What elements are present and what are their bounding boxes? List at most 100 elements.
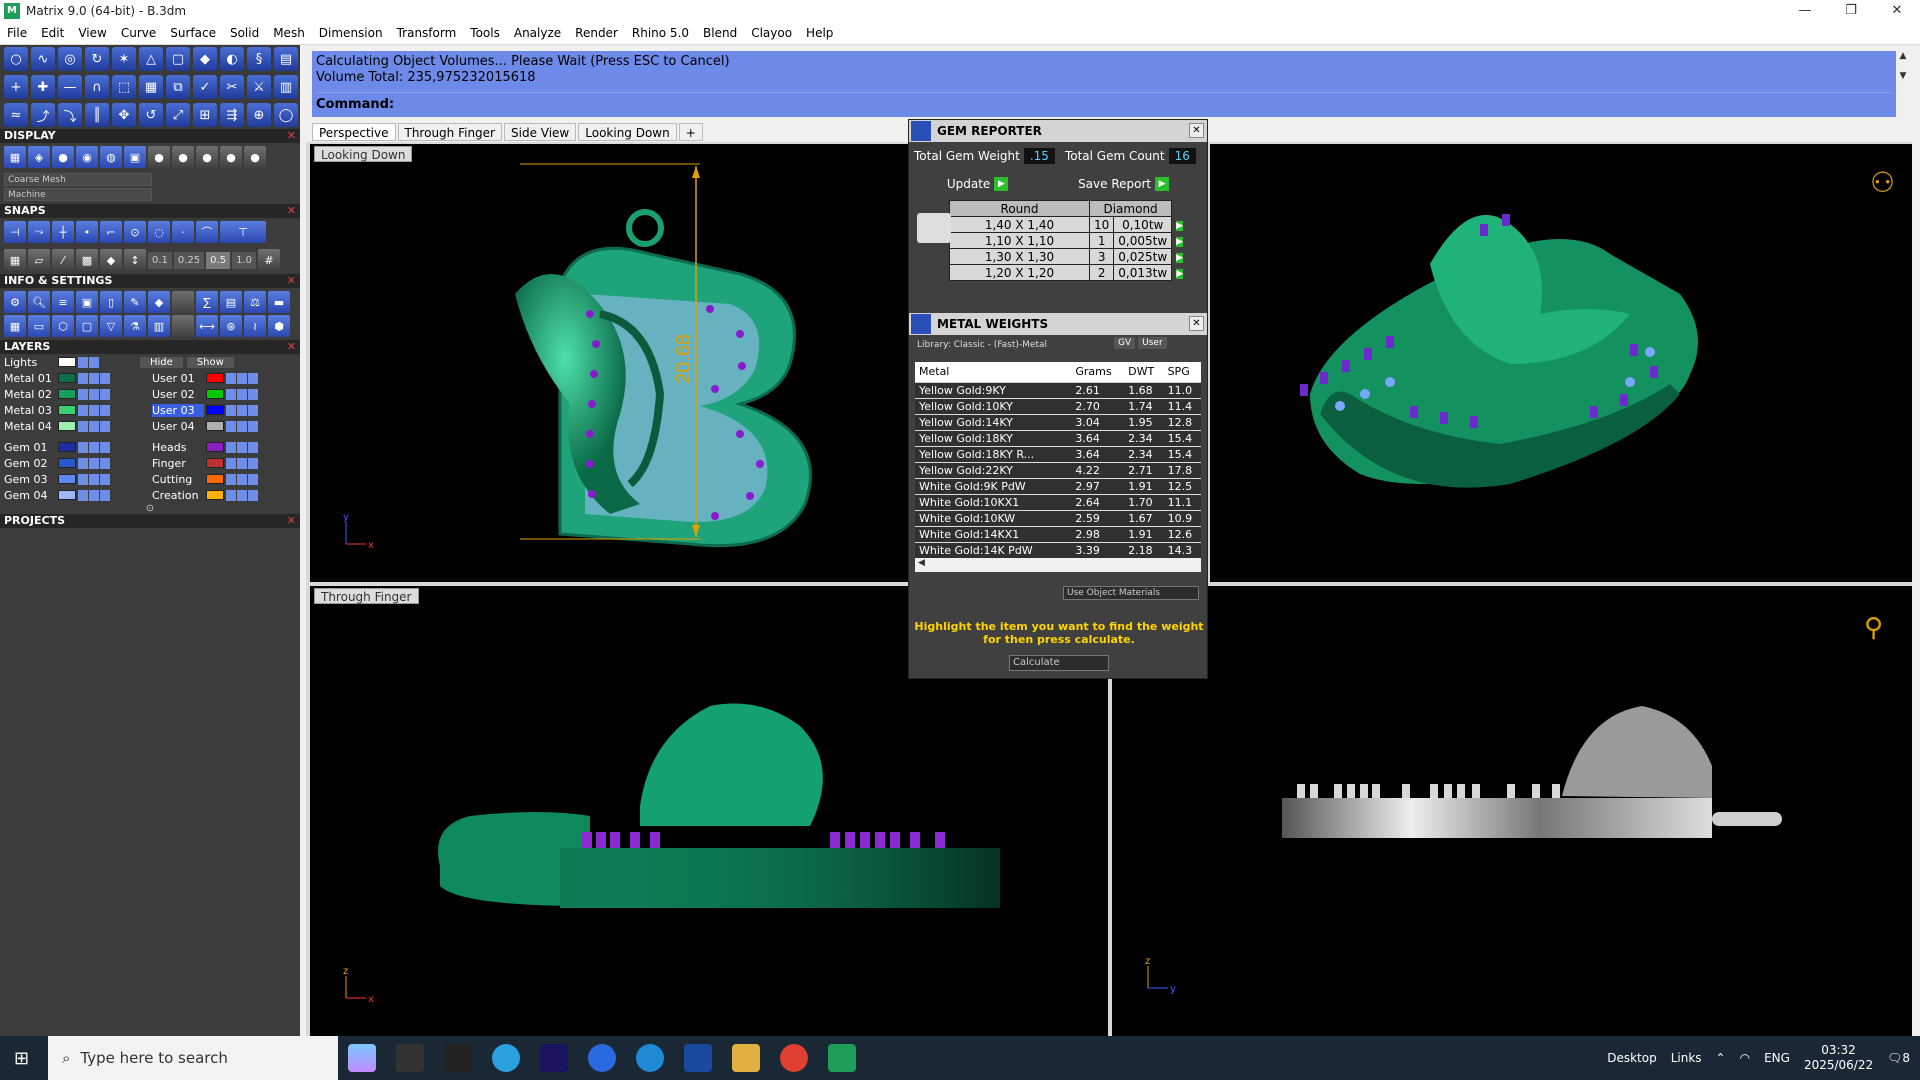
scissors-tool-icon[interactable]: ✂: [220, 75, 244, 99]
tab-side-view[interactable]: Side View: [504, 123, 577, 141]
layer-row[interactable]: Metal 03: [4, 402, 148, 418]
taskbar-search[interactable]: ⌕ Type here to search: [48, 1036, 338, 1080]
flow-tool-icon[interactable]: ⇶: [220, 103, 244, 127]
store-icon[interactable]: [396, 1044, 424, 1072]
layer-select-toggle[interactable]: [248, 388, 258, 400]
layer-color-swatch[interactable]: [206, 373, 224, 383]
metal-col-header[interactable]: Metal: [915, 362, 1072, 383]
minimize-button[interactable]: —: [1782, 0, 1828, 22]
snap-value[interactable]: 0.1: [148, 251, 172, 269]
layer-color-swatch[interactable]: [206, 442, 224, 452]
metal-table-row[interactable]: White Gold:10KW 2.59 1.67 10.9: [915, 510, 1201, 527]
update-button[interactable]: Update ▶: [947, 177, 1009, 191]
snap-center-icon[interactable]: ⊙: [124, 221, 146, 243]
gem-row-action[interactable]: ▶: [1171, 232, 1188, 249]
chrome-icon[interactable]: [780, 1044, 808, 1072]
snap-point-icon[interactable]: •: [76, 221, 98, 243]
layer-name[interactable]: Gem 04: [4, 489, 56, 502]
copilot-icon[interactable]: [348, 1044, 376, 1072]
metal-table-row[interactable]: White Gold:9K PdW 2.97 1.91 12.5: [915, 478, 1201, 495]
tab-looking-down[interactable]: Looking Down: [578, 123, 677, 141]
layer-row[interactable]: Gem 01: [4, 439, 148, 455]
print-icon[interactable]: ▬: [268, 291, 290, 313]
zoom-icon[interactable]: 🔍︎: [28, 291, 50, 313]
edge-icon[interactable]: [636, 1044, 664, 1072]
layer-lock-toggle[interactable]: [237, 489, 247, 501]
select-gem-icon[interactable]: ▶: [1176, 236, 1184, 247]
layer-row[interactable]: Heads: [152, 439, 296, 455]
pyramid-tool-icon[interactable]: △: [139, 47, 163, 71]
gumball-icon[interactable]: ◆: [100, 249, 122, 271]
layer-name[interactable]: Cutting: [152, 473, 204, 486]
layer-visibility-toggle[interactable]: [78, 441, 88, 453]
layer-visibility-toggle[interactable]: [78, 388, 88, 400]
layer-select-toggle[interactable]: [248, 404, 258, 416]
layer-color-swatch[interactable]: [206, 490, 224, 500]
close-icon[interactable]: ✕: [1189, 316, 1204, 331]
line-tool-icon[interactable]: —: [58, 75, 82, 99]
close-icon[interactable]: ✕: [287, 204, 296, 218]
snap-project-icon[interactable]: ⊤: [220, 221, 266, 243]
gem-reporter-header[interactable]: GEM REPORTER ✕: [909, 120, 1207, 142]
layer-select-toggle[interactable]: [100, 457, 110, 469]
layer-select-toggle[interactable]: [248, 473, 258, 485]
lights-color[interactable]: [58, 357, 76, 367]
layer-row[interactable]: Gem 04: [4, 487, 148, 503]
curvature-icon[interactable]: ≀: [244, 315, 266, 337]
metal-table-row[interactable]: White Gold:14K PdW 3.39 2.18 14.3: [915, 542, 1201, 558]
shaded-view-icon[interactable]: ●: [52, 146, 74, 168]
layer-row[interactable]: Metal 04: [4, 418, 148, 434]
layer-select-toggle[interactable]: [100, 372, 110, 384]
metal-table-row[interactable]: Yellow Gold:22KY 4.22 2.71 17.8: [915, 462, 1201, 479]
layer-lock-toggle[interactable]: [237, 388, 247, 400]
cross-tool-icon[interactable]: ✚: [31, 75, 55, 99]
grid-lock-icon[interactable]: #: [257, 249, 280, 271]
rhino-app-icon[interactable]: [684, 1044, 712, 1072]
layer-select-toggle[interactable]: [100, 388, 110, 400]
snap-tan-icon[interactable]: ⌒: [196, 221, 218, 243]
gv-toggle[interactable]: GV: [1114, 337, 1136, 349]
gem-table-row[interactable]: 1,30 X 1,30 3 0,025tw ▶: [949, 248, 1188, 265]
layer-color-swatch[interactable]: [58, 442, 76, 452]
xray-view-icon[interactable]: ◍: [100, 146, 122, 168]
layer-lock-toggle[interactable]: [89, 457, 99, 469]
table-icon[interactable]: ▥: [148, 315, 170, 337]
layer-row[interactable]: Gem 02: [4, 455, 148, 471]
metal-table-row[interactable]: Yellow Gold:18KY 3.64 2.34 15.4: [915, 430, 1201, 447]
tab-through-finger[interactable]: Through Finger: [397, 123, 502, 141]
layer-row[interactable]: Gem 03: [4, 471, 148, 487]
measure-icon[interactable]: ⟷: [196, 315, 218, 337]
frame-icon[interactable]: ▢: [76, 315, 98, 337]
layer-lock-toggle[interactable]: [89, 404, 99, 416]
command-prompt[interactable]: Command:: [316, 92, 1892, 113]
menu-edit[interactable]: Edit: [34, 26, 71, 40]
snap-value[interactable]: 0.5: [206, 251, 231, 269]
telegram-icon[interactable]: [492, 1044, 520, 1072]
layer-color-swatch[interactable]: [206, 474, 224, 484]
windows-start-icon[interactable]: ⊞: [14, 1048, 29, 1069]
file-explorer-icon[interactable]: [732, 1044, 760, 1072]
menu-blend[interactable]: Blend: [696, 26, 744, 40]
pen-gizmo-icon[interactable]: ⚲: [1864, 613, 1883, 643]
volume-icon[interactable]: ⬢: [268, 315, 290, 337]
snap-near-icon[interactable]: ⤳: [28, 221, 50, 243]
settings-icon[interactable]: ⚙: [4, 291, 26, 313]
menu-help[interactable]: Help: [799, 26, 840, 40]
layer-name[interactable]: Metal 01: [4, 372, 56, 385]
layer-name[interactable]: Gem 01: [4, 441, 56, 454]
menu-curve[interactable]: Curve: [114, 26, 163, 40]
layer-select-toggle[interactable]: [100, 420, 110, 432]
layer-color-swatch[interactable]: [206, 458, 224, 468]
layer-color-swatch[interactable]: [206, 421, 224, 431]
layer-lock-toggle[interactable]: [237, 457, 247, 469]
hide-button[interactable]: Hide: [140, 356, 183, 368]
brush-icon[interactable]: ⁄: [52, 249, 74, 271]
maximize-button[interactable]: ❐: [1828, 0, 1874, 22]
gem-row-action[interactable]: ▶: [1171, 248, 1188, 265]
layer-row[interactable]: Metal 02: [4, 386, 148, 402]
select-gem-icon[interactable]: ▶: [1176, 220, 1184, 231]
layers-expand-icon[interactable]: ⊙: [0, 503, 300, 514]
ring-builder-icon[interactable]: ◐: [220, 47, 244, 71]
layer-name[interactable]: User 01: [152, 372, 204, 385]
frame-tool-icon[interactable]: ▢: [166, 47, 190, 71]
